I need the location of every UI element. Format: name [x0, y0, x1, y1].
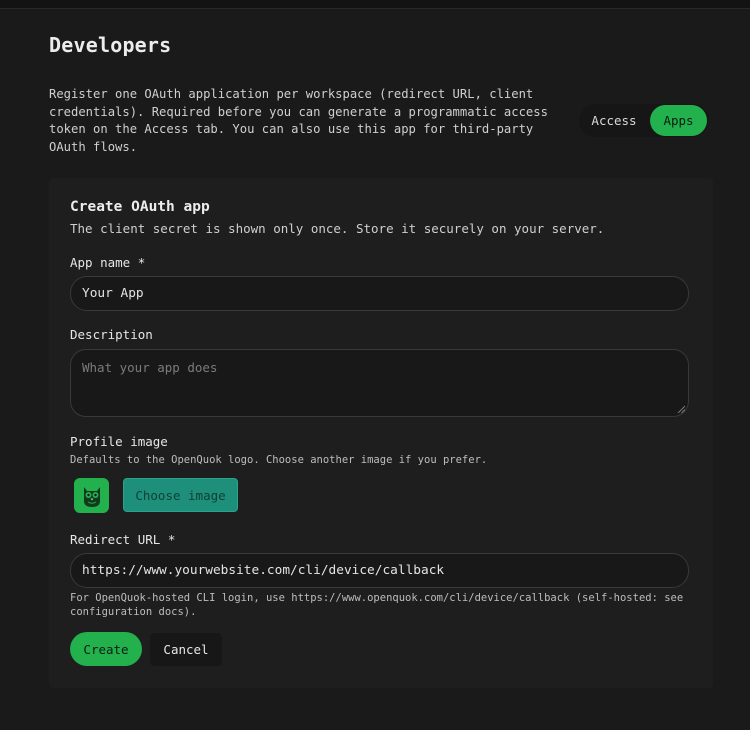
resize-handle-icon[interactable]: [677, 405, 685, 413]
tab-access[interactable]: Access: [579, 105, 649, 136]
create-button[interactable]: Create: [70, 632, 142, 666]
top-bar: [0, 0, 750, 9]
page-description: Register one OAuth application per works…: [49, 87, 548, 154]
redirect-url-input[interactable]: https://www.yourwebsite.com/cli/device/c…: [70, 553, 689, 588]
redirect-url-label: Redirect URL *: [70, 532, 176, 547]
profile-image-avatar: [74, 478, 109, 513]
create-oauth-app-card: Create OAuth app The client secret is sh…: [49, 178, 713, 688]
choose-image-button[interactable]: Choose image: [123, 478, 238, 512]
description-placeholder: What your app does: [82, 360, 218, 375]
owl-logo-icon: [83, 486, 100, 507]
cancel-button[interactable]: Cancel: [150, 633, 222, 666]
page-title: Developers: [49, 33, 172, 57]
redirect-url-help: For OpenQuok-hosted CLI login, use https…: [70, 592, 684, 618]
tab-switcher: Access Apps: [579, 104, 709, 137]
tab-apps[interactable]: Apps: [650, 105, 707, 136]
description-label: Description: [70, 327, 153, 342]
form-title: Create OAuth app: [70, 199, 210, 215]
app-name-input[interactable]: Your App: [70, 276, 689, 311]
form-subtitle: The client secret is shown only once. St…: [70, 221, 605, 236]
profile-image-label: Profile image: [70, 434, 168, 449]
description-textarea[interactable]: What your app does: [70, 349, 689, 417]
profile-image-help: Defaults to the OpenQuok logo. Choose an…: [70, 454, 488, 466]
app-name-label: App name *: [70, 255, 146, 270]
